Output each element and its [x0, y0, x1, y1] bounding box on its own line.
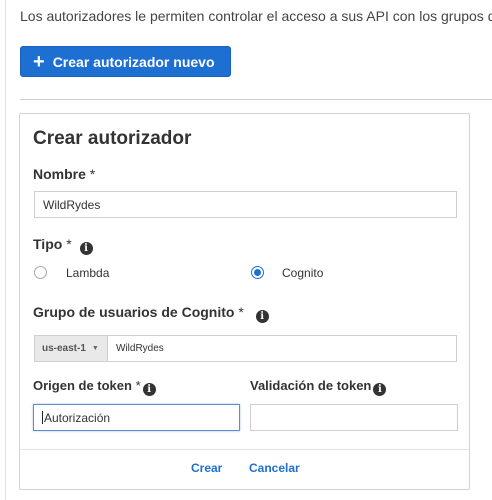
create-new-authorizer-label: Crear autorizador nuevo [52, 53, 215, 70]
region-select[interactable]: us-east-1 ▼ [34, 335, 108, 362]
user-pool-input[interactable]: WildRydes [107, 335, 457, 362]
section-divider [20, 99, 492, 100]
info-icon[interactable]: i [79, 242, 93, 255]
info-icon[interactable]: i [373, 383, 387, 396]
token-validation-input[interactable] [250, 404, 458, 431]
token-source-input[interactable]: Autorización [33, 404, 240, 431]
intro-text: Los autorizadores le permiten controlar … [20, 8, 492, 24]
info-icon[interactable]: i [142, 383, 156, 396]
text-caret [42, 411, 43, 424]
name-label: Nombre * [33, 166, 96, 182]
page-left-divider [5, 0, 6, 500]
name-input[interactable]: WildRydes [34, 191, 457, 218]
radio-cognito-label[interactable]: Cognito [282, 266, 323, 280]
panel-title: Crear autorizador [33, 128, 192, 149]
radio-lambda-label[interactable]: Lambda [66, 266, 109, 280]
info-icon[interactable]: i [255, 310, 269, 323]
create-new-authorizer-button[interactable]: + Crear autorizador nuevo [20, 46, 231, 77]
chevron-down-icon: ▼ [91, 345, 99, 352]
type-label: Tipo * i [33, 236, 93, 255]
radio-lambda[interactable] [34, 266, 47, 279]
token-validation-label: Validación de token i [250, 378, 387, 396]
create-authorizer-panel: Crear autorizador Nombre * WildRydes Tip… [19, 113, 470, 490]
create-button[interactable]: Crear [191, 461, 222, 475]
panel-footer-divider [20, 449, 469, 450]
plus-icon: + [33, 50, 45, 73]
token-source-label: Origen de token * i [33, 378, 156, 396]
cancel-button[interactable]: Cancelar [249, 461, 300, 475]
user-pool-label: Grupo de usuarios de Cognito * i [33, 304, 269, 323]
radio-cognito[interactable] [251, 266, 264, 279]
